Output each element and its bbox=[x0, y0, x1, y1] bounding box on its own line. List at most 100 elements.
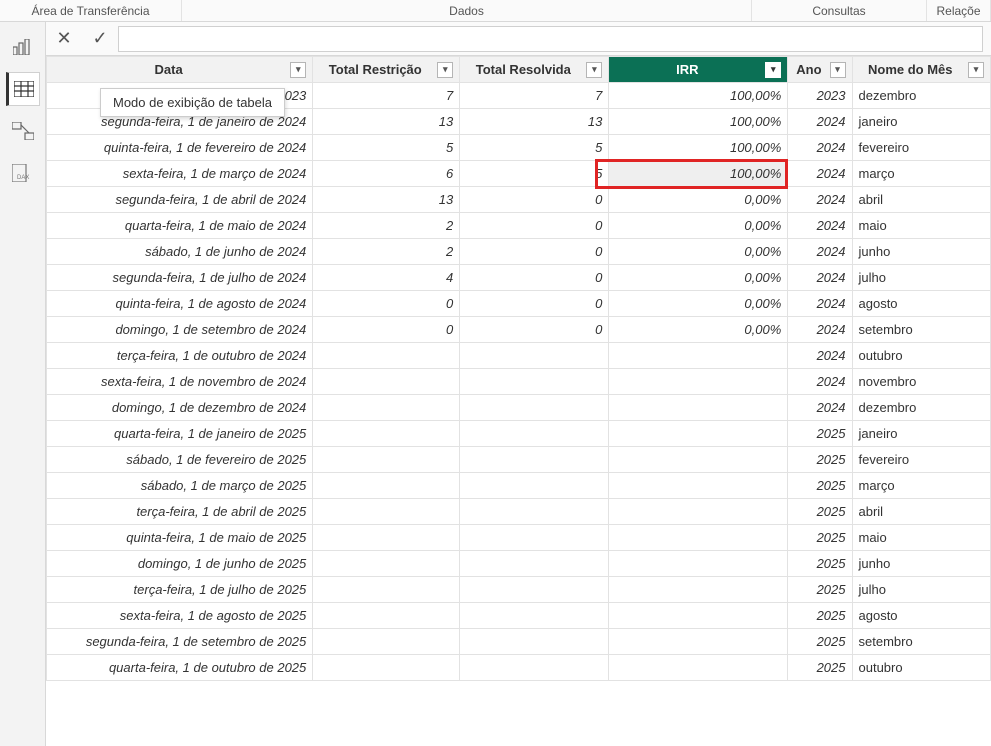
cell-irr[interactable]: 100,00% bbox=[609, 161, 788, 187]
table-row[interactable]: domingo, 1 de junho de 20252025junho bbox=[47, 551, 991, 577]
formula-confirm-button[interactable]: ✓ bbox=[82, 25, 118, 53]
cell-total-resolvida[interactable]: 7 bbox=[460, 83, 609, 109]
cell-ano[interactable]: 2025 bbox=[788, 603, 852, 629]
table-row[interactable]: quarta-feira, 1 de maio de 2024200,00%20… bbox=[47, 213, 991, 239]
cell-total-restricao[interactable]: 0 bbox=[313, 291, 460, 317]
table-row[interactable]: domingo, 1 de dezembro de 20242024dezemb… bbox=[47, 395, 991, 421]
cell-irr[interactable] bbox=[609, 499, 788, 525]
table-row[interactable]: sexta-feira, 1 de novembro de 20242024no… bbox=[47, 369, 991, 395]
cell-nome-mes[interactable]: dezembro bbox=[852, 83, 991, 109]
cell-nome-mes[interactable]: junho bbox=[852, 239, 991, 265]
table-row[interactable]: sábado, 1 de fevereiro de 20252025fevere… bbox=[47, 447, 991, 473]
cell-nome-mes[interactable]: maio bbox=[852, 525, 991, 551]
filter-button[interactable]: ▾ bbox=[290, 62, 306, 78]
cell-nome-mes[interactable]: dezembro bbox=[852, 395, 991, 421]
table-row[interactable]: segunda-feira, 1 de setembro de 20252025… bbox=[47, 629, 991, 655]
cell-nome-mes[interactable]: julho bbox=[852, 265, 991, 291]
cell-irr[interactable]: 100,00% bbox=[609, 83, 788, 109]
cell-data[interactable]: domingo, 1 de junho de 2025 bbox=[47, 551, 313, 577]
cell-ano[interactable]: 2023 bbox=[788, 83, 852, 109]
table-row[interactable]: quinta-feira, 1 de agosto de 2024000,00%… bbox=[47, 291, 991, 317]
cell-total-resolvida[interactable] bbox=[460, 421, 609, 447]
cell-nome-mes[interactable]: março bbox=[852, 473, 991, 499]
cell-total-restricao[interactable] bbox=[313, 395, 460, 421]
cell-irr[interactable] bbox=[609, 551, 788, 577]
table-scroll-area[interactable]: Modo de exibição de tabela Data ▾ Total … bbox=[46, 56, 991, 746]
report-view-button[interactable] bbox=[6, 30, 40, 64]
table-row[interactable]: quinta-feira, 1 de maio de 2025 2025maio bbox=[47, 525, 991, 551]
cell-irr[interactable] bbox=[609, 421, 788, 447]
filter-button[interactable]: ▾ bbox=[830, 62, 846, 78]
cell-total-restricao[interactable] bbox=[313, 421, 460, 447]
cell-irr[interactable]: 100,00% bbox=[609, 135, 788, 161]
cell-total-restricao[interactable] bbox=[313, 655, 460, 681]
cell-total-restricao[interactable]: 7 bbox=[313, 83, 460, 109]
cell-nome-mes[interactable]: outubro bbox=[852, 655, 991, 681]
cell-ano[interactable]: 2024 bbox=[788, 265, 852, 291]
column-header-data[interactable]: Data ▾ bbox=[47, 57, 313, 83]
cell-irr[interactable]: 0,00% bbox=[609, 239, 788, 265]
cell-ano[interactable]: 2025 bbox=[788, 447, 852, 473]
data-view-button[interactable] bbox=[6, 72, 40, 106]
cell-total-restricao[interactable]: 5 bbox=[313, 135, 460, 161]
column-header-total-restricao[interactable]: Total Restrição ▾ bbox=[313, 57, 460, 83]
cell-irr[interactable] bbox=[609, 525, 788, 551]
cell-ano[interactable]: 2024 bbox=[788, 317, 852, 343]
cell-ano[interactable]: 2025 bbox=[788, 525, 852, 551]
column-header-total-resolvida[interactable]: Total Resolvida ▾ bbox=[460, 57, 609, 83]
cell-total-restricao[interactable] bbox=[313, 447, 460, 473]
table-row[interactable]: quinta-feira, 1 de fevereiro de 20245510… bbox=[47, 135, 991, 161]
cell-data[interactable]: segunda-feira, 1 de setembro de 2025 bbox=[47, 629, 313, 655]
cell-ano[interactable]: 2024 bbox=[788, 161, 852, 187]
cell-irr[interactable]: 0,00% bbox=[609, 291, 788, 317]
table-row[interactable]: terça-feira, 1 de julho de 20252025julho bbox=[47, 577, 991, 603]
cell-total-resolvida[interactable]: 0 bbox=[460, 239, 609, 265]
cell-nome-mes[interactable]: janeiro bbox=[852, 421, 991, 447]
cell-ano[interactable]: 2024 bbox=[788, 239, 852, 265]
cell-nome-mes[interactable]: abril bbox=[852, 499, 991, 525]
cell-data[interactable]: terça-feira, 1 de outubro de 2024 bbox=[47, 343, 313, 369]
table-row[interactable]: domingo, 1 de setembro de 2024000,00%202… bbox=[47, 317, 991, 343]
cell-total-resolvida[interactable] bbox=[460, 499, 609, 525]
cell-ano[interactable]: 2024 bbox=[788, 395, 852, 421]
cell-ano[interactable]: 2025 bbox=[788, 499, 852, 525]
cell-data[interactable]: segunda-feira, 1 de julho de 2024 bbox=[47, 265, 313, 291]
column-header-ano[interactable]: Ano ▾ bbox=[788, 57, 852, 83]
cell-irr[interactable]: 0,00% bbox=[609, 187, 788, 213]
cell-total-resolvida[interactable] bbox=[460, 629, 609, 655]
cell-nome-mes[interactable]: junho bbox=[852, 551, 991, 577]
cell-data[interactable]: segunda-feira, 1 de abril de 2024 bbox=[47, 187, 313, 213]
table-row[interactable]: sexta-feira, 1 de agosto de 2025 2025agos… bbox=[47, 603, 991, 629]
cell-ano[interactable]: 2024 bbox=[788, 291, 852, 317]
cell-ano[interactable]: 2025 bbox=[788, 655, 852, 681]
cell-nome-mes[interactable]: setembro bbox=[852, 629, 991, 655]
cell-data[interactable]: quinta-feira, 1 de fevereiro de 2024 bbox=[47, 135, 313, 161]
cell-irr[interactable] bbox=[609, 577, 788, 603]
table-row[interactable]: segunda-feira, 1 de abril de 20241300,00… bbox=[47, 187, 991, 213]
column-header-nome-mes[interactable]: Nome do Mês ▾ bbox=[852, 57, 991, 83]
cell-ano[interactable]: 2024 bbox=[788, 213, 852, 239]
cell-total-resolvida[interactable] bbox=[460, 577, 609, 603]
cell-data[interactable]: quinta-feira, 1 de maio de 2025 bbox=[47, 525, 313, 551]
cell-ano[interactable]: 2025 bbox=[788, 473, 852, 499]
cell-total-restricao[interactable]: 13 bbox=[313, 187, 460, 213]
cell-total-restricao[interactable] bbox=[313, 551, 460, 577]
cell-irr[interactable] bbox=[609, 343, 788, 369]
cell-nome-mes[interactable]: março bbox=[852, 161, 991, 187]
filter-button[interactable]: ▾ bbox=[765, 62, 781, 78]
cell-data[interactable]: quinta-feira, 1 de agosto de 2024 bbox=[47, 291, 313, 317]
cell-data[interactable]: sexta-feira, 1 de novembro de 2024 bbox=[47, 369, 313, 395]
cell-total-restricao[interactable] bbox=[313, 369, 460, 395]
cell-nome-mes[interactable]: fevereiro bbox=[852, 135, 991, 161]
cell-total-resolvida[interactable] bbox=[460, 369, 609, 395]
cell-total-resolvida[interactable] bbox=[460, 447, 609, 473]
cell-nome-mes[interactable]: julho bbox=[852, 577, 991, 603]
cell-total-restricao[interactable]: 6 bbox=[313, 161, 460, 187]
cell-irr[interactable]: 0,00% bbox=[609, 265, 788, 291]
cell-total-restricao[interactable] bbox=[313, 629, 460, 655]
cell-nome-mes[interactable]: agosto bbox=[852, 603, 991, 629]
cell-data[interactable]: sábado, 1 de março de 2025 bbox=[47, 473, 313, 499]
cell-total-restricao[interactable]: 4 bbox=[313, 265, 460, 291]
cell-data[interactable]: sexta-feira, 1 de agosto de 2025 bbox=[47, 603, 313, 629]
cell-irr[interactable] bbox=[609, 473, 788, 499]
